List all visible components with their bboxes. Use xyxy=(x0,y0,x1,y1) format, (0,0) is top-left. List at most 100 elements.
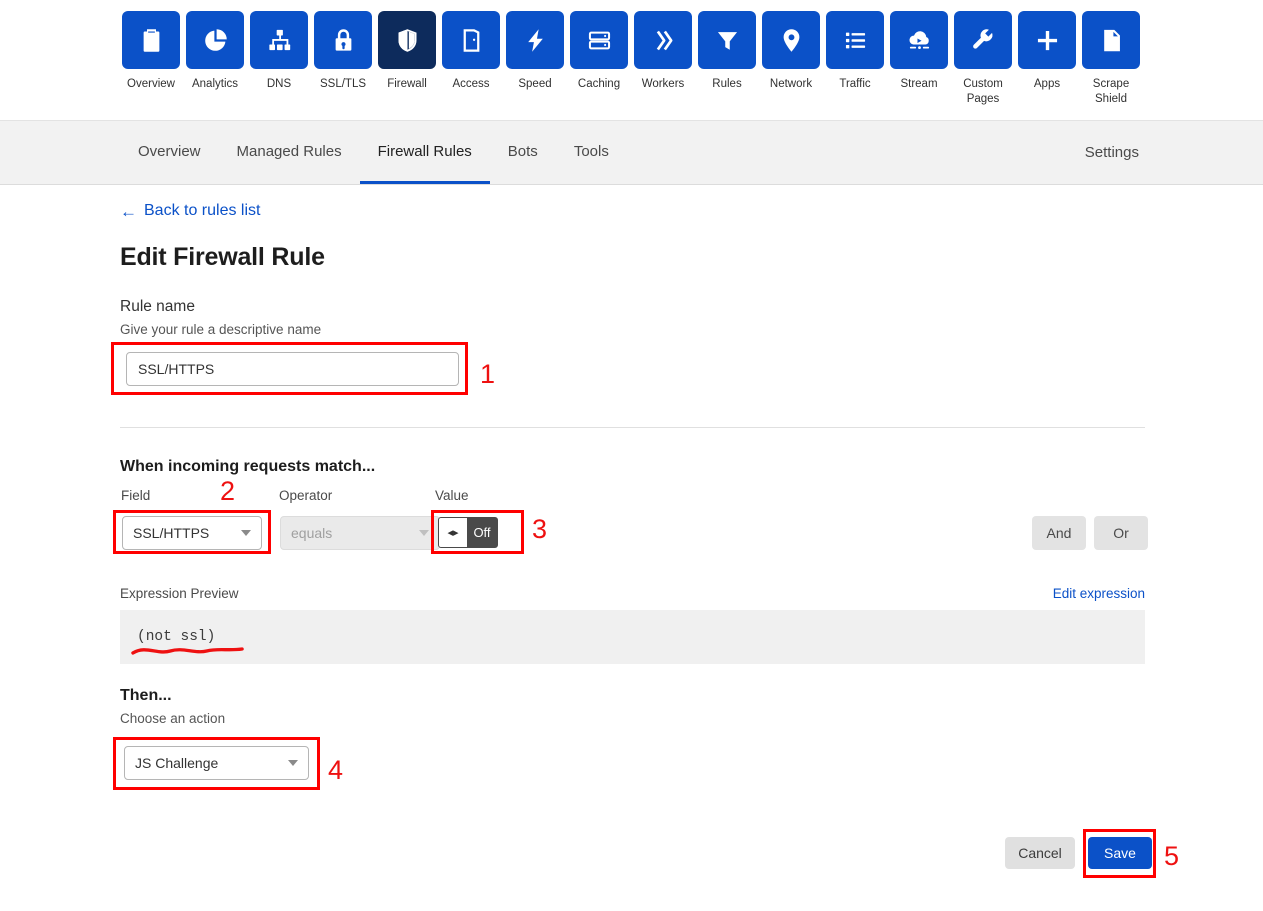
server-stack-icon xyxy=(570,11,628,69)
door-icon xyxy=(442,11,500,69)
firewall-subnav: Overview Managed Rules Firewall Rules Bo… xyxy=(0,120,1263,185)
app-nav-label: DNS xyxy=(266,78,292,90)
then-heading: Then... xyxy=(120,686,172,704)
save-button[interactable]: Save xyxy=(1088,836,1152,869)
action-row: JS Challenge 4 xyxy=(113,735,1145,809)
action-select[interactable]: JS Challenge xyxy=(124,745,309,780)
app-nav-item-analytics[interactable]: Analytics xyxy=(183,0,247,92)
annotation-number-5: 5 xyxy=(1164,840,1180,871)
shield-icon xyxy=(378,11,436,69)
expression-preview-section: Expression Preview Edit expression (not … xyxy=(120,586,1145,664)
action-select-value: JS Challenge xyxy=(135,754,219,771)
annotation-number-4: 4 xyxy=(328,754,344,785)
app-nav-item-workers[interactable]: Workers xyxy=(631,0,695,92)
toggle-knob-icon: ◂▸ xyxy=(439,517,467,547)
page-title: Edit Firewall Rule xyxy=(120,242,325,271)
app-nav-item-network[interactable]: Network xyxy=(759,0,823,92)
tab-firewall-rules[interactable]: Firewall Rules xyxy=(359,121,490,184)
tab-managed-rules[interactable]: Managed Rules xyxy=(219,121,360,184)
subnav-tabs: Overview Managed Rules Firewall Rules Bo… xyxy=(120,121,1081,184)
app-nav-item-traffic[interactable]: Traffic xyxy=(823,0,887,92)
app-nav-item-scrape-shield[interactable]: Scrape Shield xyxy=(1079,0,1143,107)
annotation-number-3: 3 xyxy=(532,513,548,544)
back-to-rules-list-link[interactable]: ← Back to rules list xyxy=(120,202,260,220)
edit-expression-link[interactable]: Edit expression xyxy=(1053,586,1145,601)
app-nav-item-stream[interactable]: Stream xyxy=(887,0,951,92)
app-nav-label: Stream xyxy=(900,78,938,90)
lightning-bolt-icon xyxy=(506,11,564,69)
section-divider xyxy=(120,426,1145,428)
plus-icon xyxy=(1018,11,1076,69)
field-select-value: SSL/HTTPS xyxy=(133,524,210,541)
footer-actions: Cancel Save 5 xyxy=(120,819,1179,879)
clipboard-icon xyxy=(122,11,180,69)
cloud-play-icon xyxy=(890,11,948,69)
app-nav-item-apps[interactable]: Apps xyxy=(1015,0,1079,92)
app-navigation: Overview Analytics DNS SSL/TLS Firewall … xyxy=(0,0,1263,120)
app-nav-item-rules[interactable]: Rules xyxy=(695,0,759,92)
list-icon xyxy=(826,11,884,69)
app-nav-label: Overview xyxy=(127,78,175,90)
document-icon xyxy=(1082,11,1140,69)
app-nav-label: Access xyxy=(452,78,490,90)
app-nav-label: Analytics xyxy=(191,78,239,90)
condition-row: Field Operator Value 2 SSL/HTTPS equals … xyxy=(113,476,1148,554)
app-nav-item-dns[interactable]: DNS xyxy=(247,0,311,92)
annotation-squiggle-underline xyxy=(131,646,244,655)
annotation-number-2: 2 xyxy=(220,475,236,506)
app-nav-label: Scrape Shield xyxy=(1092,78,1130,105)
app-nav-label: Network xyxy=(769,78,813,90)
value-toggle[interactable]: ◂▸ Off xyxy=(438,516,498,548)
rule-name-input[interactable] xyxy=(126,351,459,386)
app-nav-label: Rules xyxy=(712,78,742,90)
lock-icon xyxy=(314,11,372,69)
chevrons-right-icon xyxy=(634,11,692,69)
app-nav-label: Traffic xyxy=(839,78,871,90)
sitemap-icon xyxy=(250,11,308,69)
left-arrow-icon: ← xyxy=(120,201,137,221)
main-content: ← Back to rules list Edit Firewall Rule … xyxy=(0,185,1263,911)
pie-chart-icon xyxy=(186,11,244,69)
app-nav-item-overview[interactable]: Overview xyxy=(119,0,183,92)
match-heading: When incoming requests match... xyxy=(120,457,376,475)
expression-preview-box: (not ssl) xyxy=(120,609,1145,664)
settings-link[interactable]: Settings xyxy=(1081,144,1143,161)
app-nav-item-firewall[interactable]: Firewall xyxy=(375,0,439,92)
app-nav-label: Firewall xyxy=(387,78,427,90)
wrench-icon xyxy=(954,11,1012,69)
expression-preview-label: Expression Preview xyxy=(120,585,239,601)
app-nav-label: Apps xyxy=(1033,78,1061,90)
app-nav-label: Caching xyxy=(577,78,621,90)
operator-column-label: Operator xyxy=(279,487,333,503)
expression-header-row: Expression Preview Edit expression xyxy=(120,586,1145,601)
operator-select[interactable]: equals xyxy=(280,515,440,550)
tab-tools[interactable]: Tools xyxy=(556,121,627,184)
field-select[interactable]: SSL/HTTPS xyxy=(122,515,262,550)
rule-name-section-label: Rule name xyxy=(120,297,195,315)
app-nav-label: SSL/TLS xyxy=(319,78,367,90)
choose-action-hint: Choose an action xyxy=(120,710,226,726)
app-nav-item-caching[interactable]: Caching xyxy=(567,0,631,92)
funnel-icon xyxy=(698,11,756,69)
tab-overview[interactable]: Overview xyxy=(120,121,219,184)
or-button[interactable]: Or xyxy=(1094,515,1148,550)
app-nav-item-speed[interactable]: Speed xyxy=(503,0,567,92)
map-pin-icon xyxy=(762,11,820,69)
cancel-button[interactable]: Cancel xyxy=(1005,836,1075,869)
field-column-label: Field xyxy=(121,487,151,503)
and-button[interactable]: And xyxy=(1032,515,1086,550)
app-nav-item-ssl-tls[interactable]: SSL/TLS xyxy=(311,0,375,92)
app-nav-label: Speed xyxy=(518,78,552,90)
value-column-label: Value xyxy=(435,487,469,503)
app-nav-item-custom-pages[interactable]: Custom Pages xyxy=(951,0,1015,107)
chevron-down-icon xyxy=(288,759,298,766)
app-nav-label: Custom Pages xyxy=(963,78,1003,105)
app-nav-label: Workers xyxy=(641,78,685,90)
chevron-down-icon xyxy=(241,529,251,536)
back-link-label: Back to rules list xyxy=(144,202,261,219)
chevron-down-icon xyxy=(419,529,429,536)
annotation-number-1: 1 xyxy=(480,358,496,389)
app-nav-item-access[interactable]: Access xyxy=(439,0,503,92)
rule-name-row: 1 xyxy=(111,341,1145,407)
tab-bots[interactable]: Bots xyxy=(490,121,556,184)
